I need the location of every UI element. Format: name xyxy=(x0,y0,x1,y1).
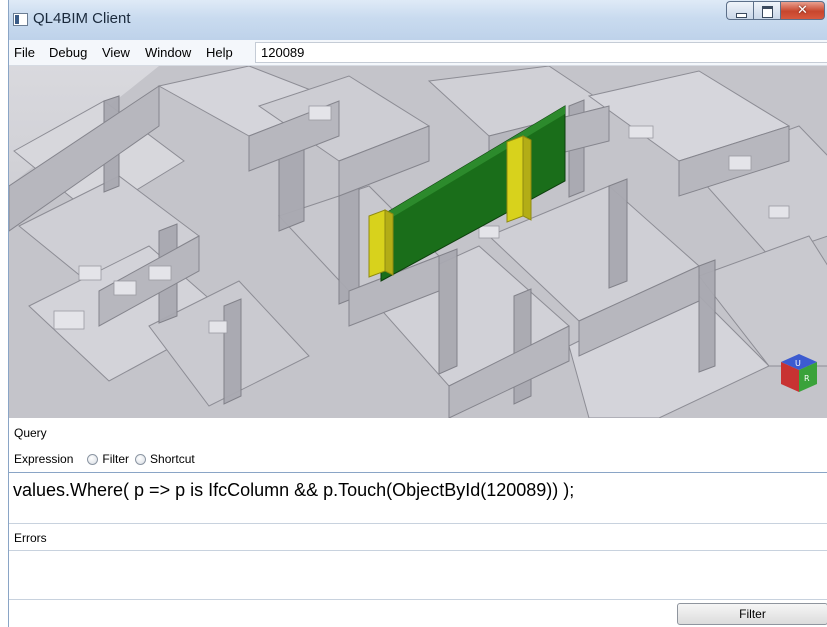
errors-output[interactable] xyxy=(9,550,827,600)
svg-text:R: R xyxy=(804,374,810,383)
app-window: QL4BIM Client ✕ File Debug View Window H… xyxy=(8,0,827,627)
radio-shortcut-label: Shortcut xyxy=(150,452,195,466)
expression-editor[interactable]: values.Where( p => p is IfcColumn && p.T… xyxy=(9,472,827,524)
3d-viewport[interactable]: U R xyxy=(9,66,827,418)
filter-button[interactable]: Filter xyxy=(677,603,827,625)
query-section-label: Query xyxy=(14,426,47,440)
view-cube-icon[interactable]: U R xyxy=(781,354,817,392)
caption-buttons: ✕ xyxy=(726,1,825,20)
close-icon: ✕ xyxy=(797,3,808,18)
expression-row: Expression Filter Shortcut xyxy=(14,452,195,466)
radio-filter[interactable]: Filter xyxy=(87,452,129,466)
menu-bar: File Debug View Window Help xyxy=(9,40,827,66)
desktop-edge xyxy=(0,0,8,627)
minimize-button[interactable] xyxy=(726,1,753,20)
menu-help[interactable]: Help xyxy=(206,45,233,60)
radio-shortcut[interactable]: Shortcut xyxy=(135,452,195,466)
expression-label: Expression xyxy=(14,452,74,466)
radio-filter-circle[interactable] xyxy=(87,453,99,465)
building-model-render: U R xyxy=(9,66,827,418)
menu-file[interactable]: File xyxy=(14,45,35,60)
errors-label: Errors xyxy=(14,531,47,545)
maximize-icon xyxy=(762,6,773,18)
app-icon xyxy=(13,13,28,26)
window-title: QL4BIM Client xyxy=(33,10,131,27)
menu-debug[interactable]: Debug xyxy=(49,45,87,60)
maximize-button[interactable] xyxy=(753,1,780,20)
radio-shortcut-circle[interactable] xyxy=(135,453,147,465)
radio-filter-label: Filter xyxy=(102,452,130,466)
menu-view[interactable]: View xyxy=(102,45,130,60)
title-bar[interactable]: QL4BIM Client ✕ xyxy=(9,0,827,40)
svg-text:U: U xyxy=(795,359,801,368)
menu-window[interactable]: Window xyxy=(145,45,191,60)
close-button[interactable]: ✕ xyxy=(780,1,825,20)
minimize-icon xyxy=(736,13,747,18)
object-id-input[interactable] xyxy=(255,42,827,63)
